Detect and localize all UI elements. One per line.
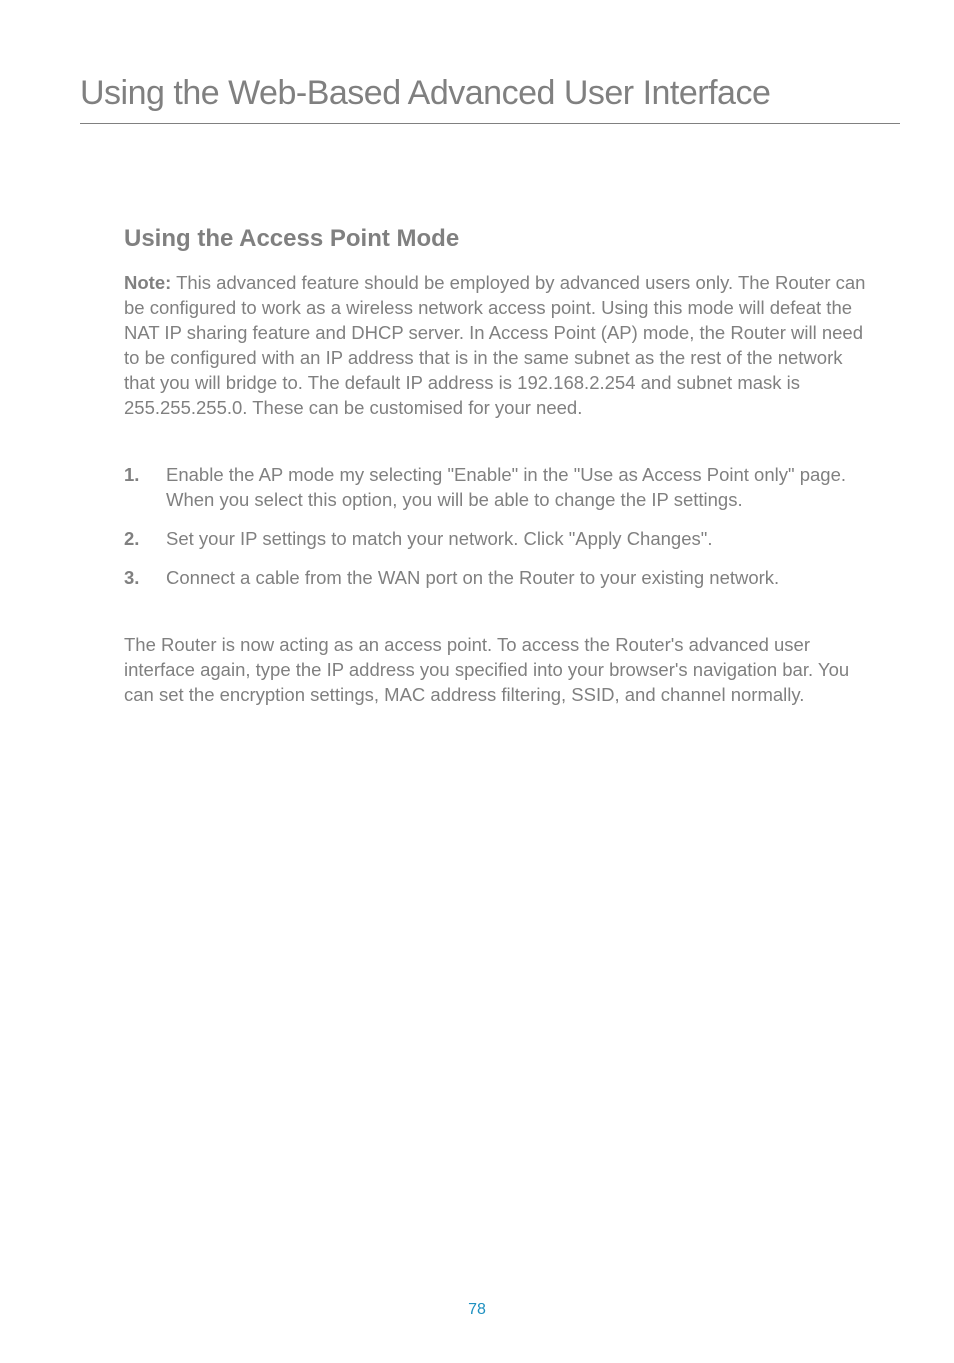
note-paragraph: Note: This advanced feature should be em… bbox=[124, 271, 874, 421]
list-number: 2. bbox=[124, 527, 166, 552]
page-number: 78 bbox=[0, 1301, 954, 1319]
steps-list: 1. Enable the AP mode my selecting "Enab… bbox=[124, 463, 874, 591]
list-text: Set your IP settings to match your netwo… bbox=[166, 527, 874, 552]
note-text: This advanced feature should be employed… bbox=[124, 272, 865, 418]
page-title: Using the Web-Based Advanced User Interf… bbox=[80, 74, 900, 124]
list-item: 3. Connect a cable from the WAN port on … bbox=[124, 566, 874, 591]
list-number: 3. bbox=[124, 566, 166, 591]
list-item: 1. Enable the AP mode my selecting "Enab… bbox=[124, 463, 874, 513]
closing-paragraph: The Router is now acting as an access po… bbox=[124, 633, 874, 708]
list-number: 1. bbox=[124, 463, 166, 513]
list-text: Connect a cable from the WAN port on the… bbox=[166, 566, 874, 591]
list-text: Enable the AP mode my selecting "Enable"… bbox=[166, 463, 874, 513]
section-heading: Using the Access Point Mode bbox=[124, 225, 874, 253]
content-area: Using the Access Point Mode Note: This a… bbox=[124, 225, 874, 708]
note-label: Note: bbox=[124, 272, 171, 293]
list-item: 2. Set your IP settings to match your ne… bbox=[124, 527, 874, 552]
